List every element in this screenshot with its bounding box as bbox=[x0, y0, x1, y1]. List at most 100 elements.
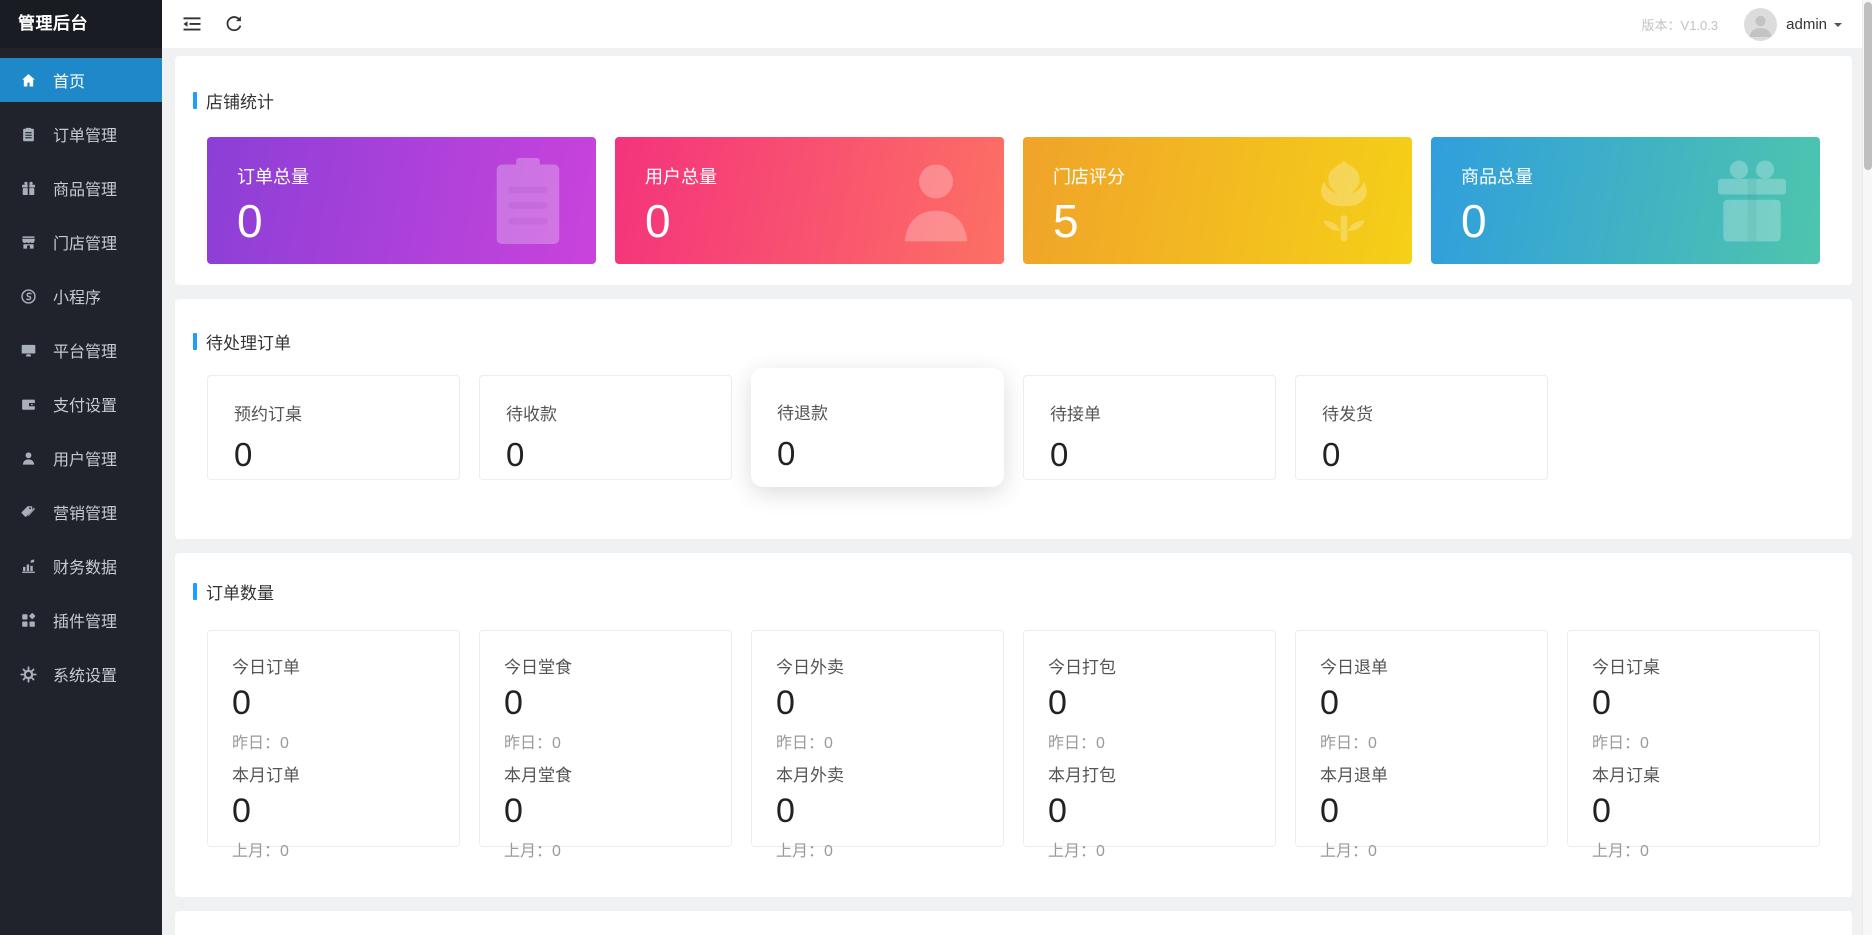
count-yesterday: 昨日：0 bbox=[1048, 729, 1251, 753]
collapse-menu-icon[interactable] bbox=[182, 14, 202, 34]
section-title: 店铺统计 bbox=[206, 88, 274, 113]
count-yesterday: 昨日：0 bbox=[1320, 729, 1523, 753]
pending-value: 0 bbox=[777, 435, 978, 473]
finance-icon bbox=[20, 558, 37, 575]
pending-card-awaiting-accept[interactable]: 待接单 0 bbox=[1023, 375, 1276, 480]
pending-card-awaiting-delivery[interactable]: 待发货 0 bbox=[1295, 375, 1548, 480]
count-month-value: 0 bbox=[1592, 791, 1795, 831]
sidebar-item-label: 商品管理 bbox=[53, 176, 117, 200]
stat-card-store-rating[interactable]: 门店评分 5 bbox=[1023, 137, 1412, 264]
sidebar-item-platform[interactable]: 平台管理 bbox=[0, 328, 162, 372]
count-month-value: 0 bbox=[504, 791, 707, 831]
panel-order-amount: 订单金额 bbox=[175, 911, 1852, 935]
panel-pending-orders: 待处理订单 预约订桌 0 待收款 0 待退款 0 待接单 0 待发货 0 bbox=[175, 299, 1852, 539]
chevron-down-icon[interactable] bbox=[1834, 23, 1842, 31]
count-month-value: 0 bbox=[232, 791, 435, 831]
count-card-today-orders[interactable]: 今日订单 0 昨日：0 本月订单 0 上月：0 bbox=[207, 630, 460, 847]
count-month-label: 本月退单 bbox=[1320, 761, 1523, 786]
count-value: 0 bbox=[1320, 683, 1523, 723]
count-yesterday: 昨日：0 bbox=[232, 729, 435, 753]
section-accent-bar bbox=[193, 583, 197, 600]
pending-label: 预约订桌 bbox=[234, 400, 433, 425]
stat-card-orders-total[interactable]: 订单总量 0 bbox=[207, 137, 596, 264]
count-yesterday: 昨日：0 bbox=[504, 729, 707, 753]
user-icon bbox=[20, 450, 37, 467]
pending-value: 0 bbox=[1050, 436, 1249, 474]
sidebar-item-settings[interactable]: 系统设置 bbox=[0, 652, 162, 696]
main-content: 店铺统计 订单总量 0 用户总量 0 门店评分 5 商品总量 0 bbox=[162, 48, 1862, 935]
pending-value: 0 bbox=[234, 436, 433, 474]
count-month-label: 本月堂食 bbox=[504, 761, 707, 786]
count-month-label: 本月外卖 bbox=[776, 761, 979, 786]
pending-card-reserve-table[interactable]: 预约订桌 0 bbox=[207, 375, 460, 480]
count-value: 0 bbox=[1048, 683, 1251, 723]
settings-icon bbox=[20, 666, 37, 683]
count-month-value: 0 bbox=[1320, 791, 1523, 831]
count-last-month: 上月：0 bbox=[504, 837, 707, 861]
sidebar-item-label: 平台管理 bbox=[53, 338, 117, 362]
person-icon bbox=[896, 158, 976, 244]
count-month-label: 本月订桌 bbox=[1592, 761, 1795, 786]
sidebar-item-marketing[interactable]: 营销管理 bbox=[0, 490, 162, 534]
count-last-month: 上月：0 bbox=[232, 837, 435, 861]
sidebar-item-plugins[interactable]: 插件管理 bbox=[0, 598, 162, 642]
topbar: 版本：V1.0.3 admin bbox=[162, 0, 1872, 48]
stat-card-users-total[interactable]: 用户总量 0 bbox=[615, 137, 1004, 264]
pending-value: 0 bbox=[506, 436, 705, 474]
vertical-scrollbar[interactable] bbox=[1862, 0, 1872, 935]
section-title: 待处理订单 bbox=[206, 329, 291, 354]
pending-orders-cards: 预约订桌 0 待收款 0 待退款 0 待接单 0 待发货 0 bbox=[207, 375, 1820, 487]
section-header: 订单数量 bbox=[193, 579, 1852, 604]
count-label: 今日订单 bbox=[232, 653, 435, 678]
count-label: 今日打包 bbox=[1048, 653, 1251, 678]
pending-label: 待发货 bbox=[1322, 400, 1521, 425]
app-title: 管理后台 bbox=[0, 0, 162, 48]
sidebar-item-miniprogram[interactable]: 小程序 bbox=[0, 274, 162, 318]
gift-icon bbox=[1712, 158, 1792, 244]
clipboard-icon bbox=[488, 158, 568, 244]
sidebar-item-label: 支付设置 bbox=[53, 392, 117, 416]
sidebar-item-users[interactable]: 用户管理 bbox=[0, 436, 162, 480]
sidebar-item-orders[interactable]: 订单管理 bbox=[0, 112, 162, 156]
count-yesterday: 昨日：0 bbox=[1592, 729, 1795, 753]
section-title: 订单数量 bbox=[206, 579, 274, 604]
section-header: 店铺统计 bbox=[193, 88, 1852, 113]
scrollbar-thumb[interactable] bbox=[1864, 2, 1872, 170]
sidebar-item-label: 系统设置 bbox=[53, 662, 117, 686]
count-value: 0 bbox=[776, 683, 979, 723]
home-icon bbox=[20, 72, 37, 89]
sidebar-item-label: 门店管理 bbox=[53, 230, 117, 254]
sidebar-item-label: 首页 bbox=[53, 68, 85, 92]
count-card-today-packed[interactable]: 今日打包 0 昨日：0 本月打包 0 上月：0 bbox=[1023, 630, 1276, 847]
section-header: 待处理订单 bbox=[193, 329, 1852, 354]
stat-card-goods-total[interactable]: 商品总量 0 bbox=[1431, 137, 1820, 264]
count-card-today-refunds[interactable]: 今日退单 0 昨日：0 本月退单 0 上月：0 bbox=[1295, 630, 1548, 847]
sidebar-item-stores[interactable]: 门店管理 bbox=[0, 220, 162, 264]
count-last-month: 上月：0 bbox=[1048, 837, 1251, 861]
sidebar-item-label: 财务数据 bbox=[53, 554, 117, 578]
count-last-month: 上月：0 bbox=[1592, 837, 1795, 861]
store-stats-cards: 订单总量 0 用户总量 0 门店评分 5 商品总量 0 bbox=[207, 137, 1820, 264]
pending-label: 待接单 bbox=[1050, 400, 1249, 425]
count-card-today-takeout[interactable]: 今日外卖 0 昨日：0 本月外卖 0 上月：0 bbox=[751, 630, 1004, 847]
sidebar-item-finance[interactable]: 财务数据 bbox=[0, 544, 162, 588]
sidebar-item-home[interactable]: 首页 bbox=[0, 58, 162, 102]
order-counts-cards: 今日订单 0 昨日：0 本月订单 0 上月：0 今日堂食 0 昨日：0 本月堂食… bbox=[207, 630, 1820, 847]
count-card-today-dinein[interactable]: 今日堂食 0 昨日：0 本月堂食 0 上月：0 bbox=[479, 630, 732, 847]
user-menu-label[interactable]: admin bbox=[1786, 16, 1827, 33]
sidebar-item-goods[interactable]: 商品管理 bbox=[0, 166, 162, 210]
count-last-month: 上月：0 bbox=[1320, 837, 1523, 861]
pending-card-awaiting-refund[interactable]: 待退款 0 bbox=[751, 368, 1004, 487]
refresh-icon[interactable] bbox=[224, 14, 244, 34]
count-card-today-tables[interactable]: 今日订桌 0 昨日：0 本月订桌 0 上月：0 bbox=[1567, 630, 1820, 847]
pending-label: 待收款 bbox=[506, 400, 705, 425]
pending-card-awaiting-payment[interactable]: 待收款 0 bbox=[479, 375, 732, 480]
section-accent-bar bbox=[193, 333, 197, 350]
avatar[interactable] bbox=[1744, 8, 1777, 41]
section-accent-bar bbox=[193, 92, 197, 109]
count-label: 今日外卖 bbox=[776, 653, 979, 678]
count-month-label: 本月订单 bbox=[232, 761, 435, 786]
marketing-icon bbox=[20, 504, 37, 521]
count-label: 今日订桌 bbox=[1592, 653, 1795, 678]
sidebar-item-payment[interactable]: 支付设置 bbox=[0, 382, 162, 426]
